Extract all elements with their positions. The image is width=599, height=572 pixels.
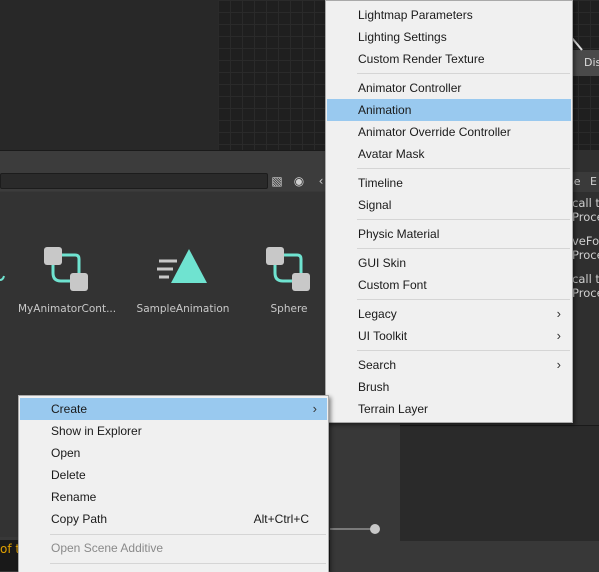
- menu-item-brush[interactable]: Brush: [327, 376, 571, 398]
- menu-separator: [357, 248, 570, 249]
- animation-clip-icon: [157, 249, 207, 283]
- menu-item-create[interactable]: Create ›: [20, 398, 327, 420]
- menu-item-search[interactable]: Search ›: [327, 354, 571, 376]
- menu-item-ui-toolkit[interactable]: UI Toolkit ›: [327, 325, 571, 347]
- scene-view[interactable]: [0, 0, 218, 150]
- console-line: Proce: [572, 286, 599, 300]
- menu-item-avatar-mask[interactable]: Avatar Mask: [327, 143, 571, 165]
- shortcut-label: Alt+Ctrl+C: [253, 512, 309, 526]
- filter-label-icon[interactable]: ◉: [290, 172, 308, 190]
- menu-item-custom-render-texture[interactable]: Custom Render Texture: [327, 48, 571, 70]
- icon-size-slider-knob[interactable]: [370, 524, 380, 534]
- menu-separator: [357, 299, 570, 300]
- menu-separator: [357, 168, 570, 169]
- graph-node-label: Dis: [584, 56, 599, 69]
- asset-label: MyAnimatorCont...: [18, 303, 116, 315]
- menu-item-timeline[interactable]: Timeline: [327, 172, 571, 194]
- console-line: call to: [572, 196, 599, 210]
- menu-item-rename[interactable]: Rename: [20, 486, 327, 508]
- menu-item-delete[interactable]: Delete: [20, 464, 327, 486]
- menu-separator: [357, 73, 570, 74]
- menu-item-terrain-layer[interactable]: Terrain Layer: [327, 398, 571, 420]
- asset-tile[interactable]: MyAnimatorCont...: [18, 243, 116, 315]
- menu-item-animation[interactable]: Animation: [327, 99, 571, 121]
- menu-item-show-in-explorer[interactable]: Show in Explorer: [20, 420, 327, 442]
- menu-separator: [357, 219, 570, 220]
- menu-separator: [357, 350, 570, 351]
- menu-item-animator-override-controller[interactable]: Animator Override Controller: [327, 121, 571, 143]
- menu-item-gui-skin[interactable]: GUI Skin: [327, 252, 571, 274]
- icon-size-slider-track[interactable]: [330, 528, 375, 530]
- create-submenu: Lightmap Parameters Lighting Settings Cu…: [325, 0, 573, 423]
- menu-item-animator-controller[interactable]: Animator Controller: [327, 77, 571, 99]
- menu-item-lighting-settings[interactable]: Lighting Settings: [327, 26, 571, 48]
- chevron-right-icon: ›: [556, 357, 561, 372]
- menu-item-custom-font[interactable]: Custom Font: [327, 274, 571, 296]
- chevron-right-icon: ›: [556, 328, 561, 343]
- console-line: Proce: [572, 210, 599, 224]
- asset-label: Sphere: [270, 303, 308, 315]
- menu-item-legacy[interactable]: Legacy ›: [327, 303, 571, 325]
- console-line: Proce: [572, 248, 599, 262]
- menu-item-physic-material[interactable]: Physic Material: [327, 223, 571, 245]
- asset-tile[interactable]: SampleAnimation: [134, 243, 232, 315]
- graph-node[interactable]: Dis: [570, 50, 599, 76]
- menu-item-open[interactable]: Open: [20, 442, 327, 464]
- menu-separator: [50, 534, 326, 535]
- filter-type-icon[interactable]: ▧: [268, 172, 286, 190]
- tab-partial-2[interactable]: E: [590, 175, 597, 188]
- animator-controller-icon: [44, 247, 88, 291]
- console-line: call to: [572, 272, 599, 286]
- project-search-input[interactable]: [0, 173, 268, 189]
- menu-item-signal[interactable]: Signal: [327, 194, 571, 216]
- menu-item-open-scene-additive: Open Scene Additive: [51, 541, 164, 555]
- console-line: veFo: [572, 234, 599, 248]
- animator-controller-icon: [266, 247, 310, 291]
- chevron-right-icon: ›: [556, 306, 561, 321]
- asset-context-menu: Create › Show in Explorer Open Delete Ren…: [18, 395, 329, 572]
- menu-separator: [50, 563, 326, 564]
- partial-asset-icon: [0, 275, 5, 281]
- menu-item-copy-path[interactable]: Copy Path Alt+Ctrl+C: [20, 508, 327, 530]
- menu-item-lightmap-parameters[interactable]: Lightmap Parameters: [327, 4, 571, 26]
- asset-tile[interactable]: Sphere: [240, 243, 338, 315]
- asset-label: SampleAnimation: [136, 303, 230, 315]
- console-detail-area: [400, 425, 599, 541]
- chevron-right-icon: ›: [312, 401, 317, 416]
